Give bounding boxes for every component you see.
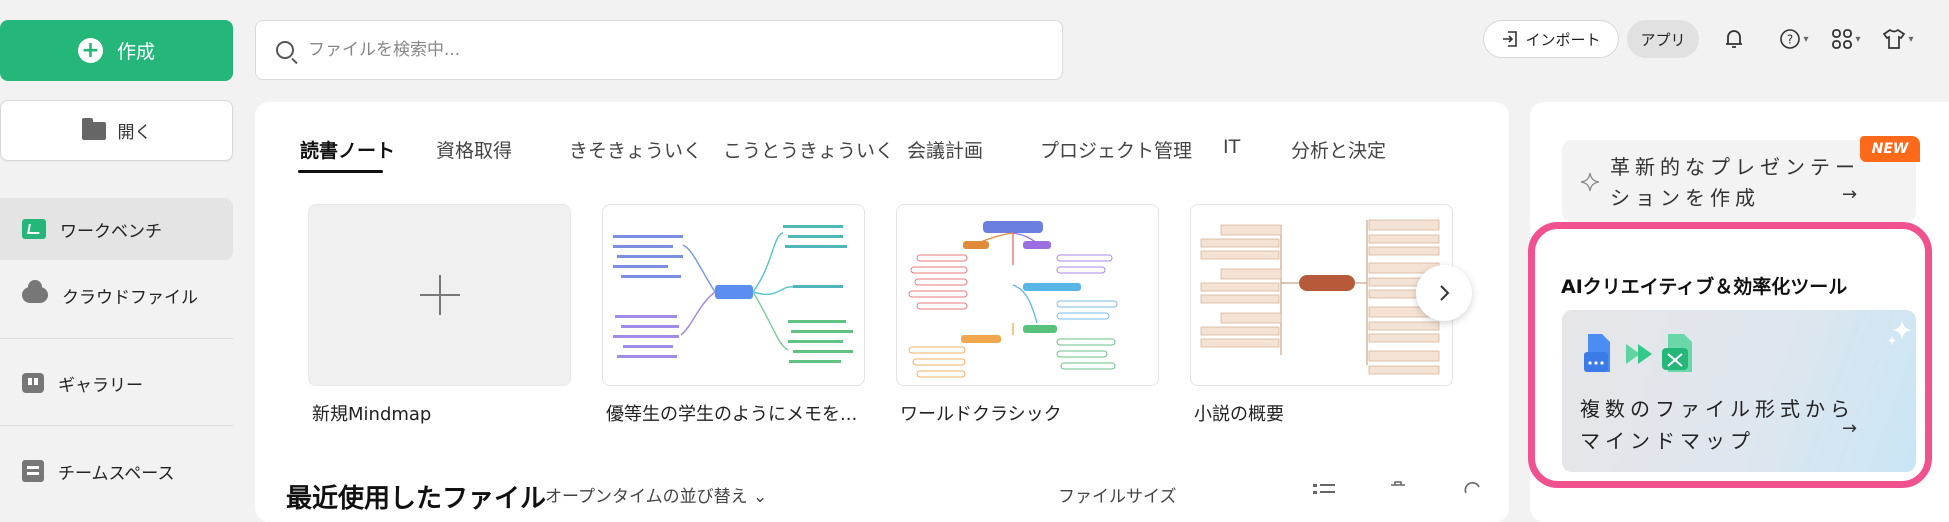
gallery-icon xyxy=(22,373,44,393)
template-label: 新規Mindmap xyxy=(312,404,432,425)
chevron-down-icon: ▾ xyxy=(1908,33,1914,45)
open-label: 開く xyxy=(117,123,152,143)
search-box[interactable] xyxy=(255,20,1063,80)
mindmap-thumbnail xyxy=(908,221,1118,378)
grid-menu-button[interactable]: ▾ xyxy=(1824,24,1868,54)
sort-dropdown[interactable]: オープンタイムの並び替え ⌄ xyxy=(545,482,767,507)
help-icon: ? xyxy=(1780,29,1801,49)
chevron-down-icon: ▾ xyxy=(1803,33,1809,45)
workbench-icon xyxy=(22,219,46,239)
svg-text:?: ? xyxy=(1787,33,1793,47)
sidebar-item-cloud-files[interactable]: クラウドファイル xyxy=(0,264,233,326)
tab-certification[interactable]: 資格取得 xyxy=(436,136,512,163)
shirt-icon xyxy=(1883,28,1906,49)
next-templates-button[interactable] xyxy=(1416,265,1472,321)
recent-files-title: 最近使用したファイル xyxy=(286,484,547,514)
plus-icon xyxy=(419,275,460,315)
open-button[interactable]: 開く xyxy=(0,100,233,161)
search-input[interactable] xyxy=(306,39,1010,61)
import-button[interactable]: インポート xyxy=(1483,20,1619,58)
file-size-column-header[interactable]: ファイルサイズ xyxy=(1058,482,1177,507)
sidebar-divider xyxy=(0,338,233,339)
sidebar-divider xyxy=(0,425,233,426)
sidebar-item-label: クラウドファイル xyxy=(62,287,198,308)
template-card[interactable] xyxy=(602,204,865,386)
new-mindmap-card[interactable] xyxy=(308,204,571,386)
ai-tools-title: AIクリエイティブ＆効率化ツール xyxy=(1561,276,1848,298)
template-label: 小説の概要 xyxy=(1194,404,1284,425)
presentation-promo-text: 革新的なプレゼンテーションを作成 xyxy=(1610,155,1860,210)
tab-basic-education[interactable]: きそきょういく xyxy=(569,136,702,163)
sparkle-icon xyxy=(1886,318,1914,350)
apps-label: アプリ xyxy=(1640,30,1686,49)
sidebar-item-team-space[interactable]: チームスペース xyxy=(0,440,233,502)
import-icon xyxy=(1503,31,1518,47)
sidebar-item-label: ギャラリー xyxy=(58,375,143,396)
active-tab-indicator xyxy=(298,170,383,173)
create-button[interactable]: + 作成 xyxy=(0,20,233,81)
chevron-right-icon xyxy=(1440,285,1450,301)
trash-icon[interactable] xyxy=(1388,480,1408,494)
create-label: 作成 xyxy=(116,41,155,63)
arrow-right-icon: → xyxy=(1842,184,1858,205)
sidebar-item-label: チームスペース xyxy=(58,463,175,484)
template-label: ワールドクラシック xyxy=(900,404,1062,425)
team-icon xyxy=(22,460,44,482)
new-badge: NEW xyxy=(1860,136,1920,162)
cloud-icon xyxy=(22,280,48,303)
mindmap-thumbnail xyxy=(613,225,853,363)
theme-menu-button[interactable]: ▾ xyxy=(1876,24,1920,54)
sidebar-item-gallery[interactable]: ギャラリー xyxy=(0,352,233,414)
import-label: インポート xyxy=(1525,30,1601,49)
tab-higher-education[interactable]: こうとうきょういく xyxy=(723,136,894,163)
file-conversion-icon xyxy=(1584,330,1714,380)
apps-button[interactable]: アプリ xyxy=(1627,20,1699,58)
folder-icon xyxy=(81,117,106,140)
file-to-mindmap-text: 複数のファイル形式からマインドマップ xyxy=(1580,397,1855,453)
plus-icon: + xyxy=(77,38,103,63)
sidebar-item-workbench[interactable]: ワークベンチ xyxy=(0,198,233,260)
arrow-right-icon: → xyxy=(1842,418,1858,439)
tab-meeting-plan[interactable]: 会議計画 xyxy=(907,136,983,163)
sparkle-icon xyxy=(1580,172,1600,196)
sidebar-item-label: ワークベンチ xyxy=(60,221,162,242)
tab-it[interactable]: IT xyxy=(1223,136,1240,158)
template-label: 優等生の学生のようにメモを... xyxy=(606,404,858,425)
tab-analysis-decision[interactable]: 分析と決定 xyxy=(1291,136,1386,163)
grid-icon xyxy=(1832,29,1853,49)
tab-reading-notes[interactable]: 読書ノート xyxy=(300,136,395,163)
mindmap-thumbnail xyxy=(1200,219,1440,375)
search-icon xyxy=(276,41,294,59)
template-card[interactable] xyxy=(896,204,1159,386)
chevron-down-icon: ▾ xyxy=(1855,33,1861,45)
bell-icon[interactable] xyxy=(1719,24,1749,54)
template-card[interactable] xyxy=(1190,204,1453,386)
help-menu-button[interactable]: ? ▾ xyxy=(1772,24,1816,54)
refresh-icon[interactable] xyxy=(1463,480,1483,494)
tab-project-management[interactable]: プロジェクト管理 xyxy=(1040,136,1192,163)
